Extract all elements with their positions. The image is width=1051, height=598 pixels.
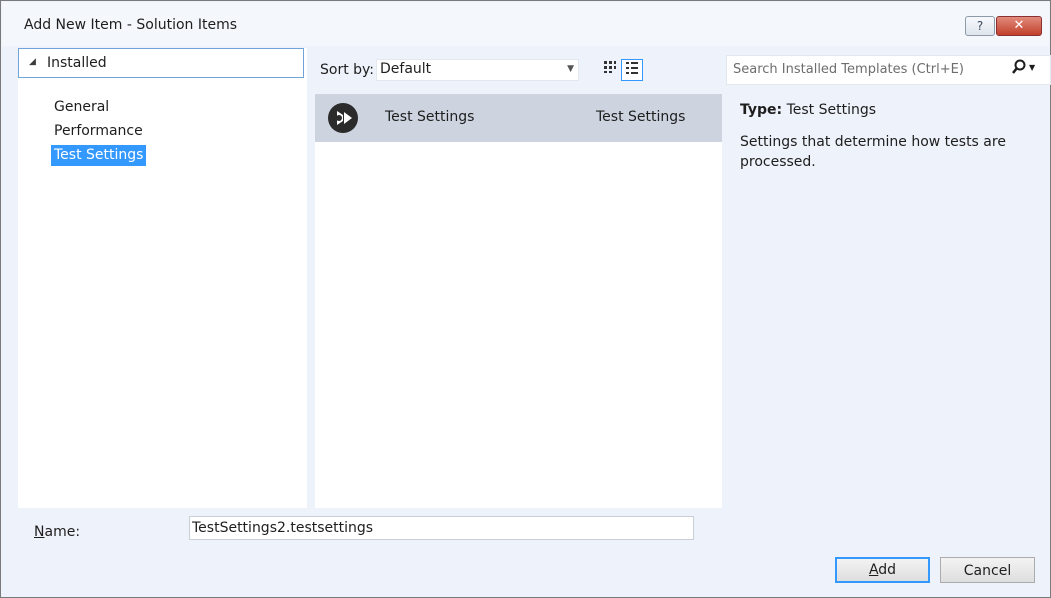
category-tree: ◢ Installed General Performance Test Set… [18, 48, 307, 508]
cancel-button[interactable]: Cancel [940, 557, 1035, 583]
type-label: Type: [740, 102, 783, 118]
add-rest: dd [878, 562, 897, 578]
template-type: Test Settings [596, 109, 686, 125]
type-line: Type: Test Settings [740, 102, 876, 118]
template-panel: Sort by: Default ▼ Test Settings Test Se… [315, 48, 722, 508]
window-title: Add New Item - Solution Items [24, 17, 238, 33]
expand-triangle-icon[interactable]: ◢ [29, 57, 36, 67]
search-input[interactable]: Search Installed Templates (Ctrl+E) ▼ [726, 55, 1051, 85]
help-button[interactable]: ? [965, 16, 995, 36]
category-test-settings[interactable]: Test Settings [51, 145, 147, 166]
sort-by-select[interactable]: Default ▼ [376, 59, 579, 81]
add-accel: A [868, 562, 879, 578]
close-button[interactable]: ✕ [996, 16, 1042, 36]
chevron-down-icon[interactable]: ▼ [567, 64, 574, 74]
template-description: Settings that determine how tests are pr… [740, 134, 1006, 170]
sort-by-value: Default [380, 61, 432, 77]
type-value: Test Settings [786, 102, 877, 118]
name-field[interactable] [189, 516, 694, 540]
search-icon[interactable] [1012, 59, 1026, 79]
template-row-test-settings[interactable]: Test Settings Test Settings [315, 94, 722, 142]
add-button[interactable]: Add [835, 557, 930, 583]
search-options-chevron-icon[interactable]: ▼ [1029, 63, 1035, 72]
installed-node[interactable]: ◢ Installed [18, 48, 304, 78]
details-view-icon[interactable] [621, 59, 643, 81]
template-name: Test Settings [385, 109, 475, 125]
details-panel: Search Installed Templates (Ctrl+E) ▼ Ty… [722, 48, 1051, 508]
template-list: Test Settings Test Settings [315, 94, 722, 508]
small-icons-view-icon[interactable] [599, 59, 621, 81]
category-performance[interactable]: Performance [51, 121, 146, 142]
installed-label: Installed [47, 55, 107, 71]
sort-toolbar: Sort by: Default ▼ [315, 48, 722, 92]
name-label-accel: N [34, 524, 45, 540]
name-label: Name: [34, 524, 80, 540]
name-label-rest: ame: [44, 524, 81, 540]
list-lines-icon [626, 62, 638, 74]
search-placeholder: Search Installed Templates (Ctrl+E) [733, 62, 964, 77]
category-general[interactable]: General [51, 97, 112, 118]
title-bar: Add New Item - Solution Items ? ✕ [2, 2, 1049, 46]
test-settings-icon [328, 103, 358, 133]
sort-by-label: Sort by: [320, 62, 375, 78]
add-new-item-dialog: Add New Item - Solution Items ? ✕ ◢ Inst… [0, 0, 1051, 598]
footer: Name: Add Cancel [2, 508, 1049, 597]
grid-dots-icon [604, 61, 616, 73]
